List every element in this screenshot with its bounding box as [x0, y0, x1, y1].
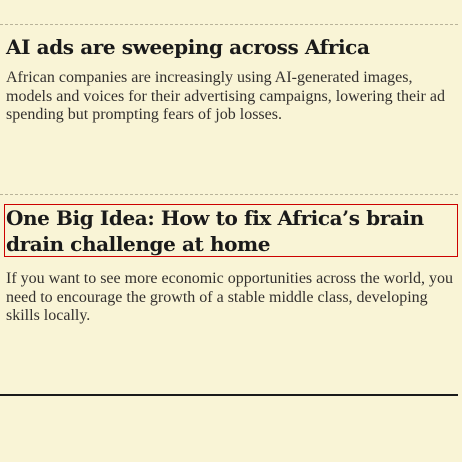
- article-divider: [0, 194, 458, 195]
- article-headline-link[interactable]: One Big Idea: How to fix Africa’s brain …: [6, 204, 458, 257]
- article-divider: [0, 24, 458, 25]
- article-teaser: AI ads are sweeping across Africa Africa…: [0, 34, 462, 125]
- article-standfirst: African companies are increasingly using…: [6, 69, 445, 123]
- article-standfirst: If you want to see more economic opportu…: [6, 270, 453, 324]
- section-bottom-rule: [0, 394, 458, 396]
- article-headline-link[interactable]: AI ads are sweeping across Africa: [6, 34, 458, 60]
- article-teaser: One Big Idea: How to fix Africa’s brain …: [0, 204, 462, 326]
